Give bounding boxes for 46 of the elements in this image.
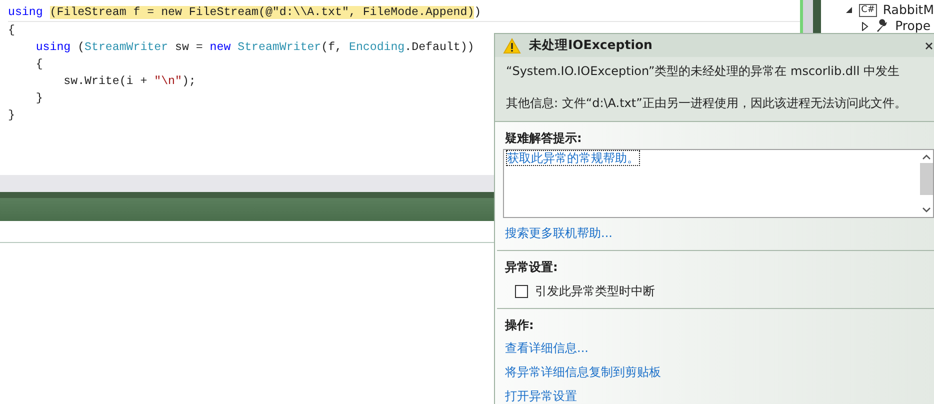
code-token: ); [182, 75, 196, 88]
code-token: new [161, 6, 182, 19]
code-token: (FileStream [50, 6, 126, 19]
exception-message: “System.IO.IOException”类型的未经处理的异常在 mscorlib.dll 中发生 [506, 63, 901, 80]
section-heading: 操作: [505, 317, 535, 333]
scroll-down-icon[interactable] [922, 207, 931, 213]
code-token: sw.Write(i + [62, 75, 148, 88]
break-checkbox[interactable] [515, 285, 528, 298]
code-token: Encoding [348, 41, 405, 54]
section-heading: 疑难解答提示: [505, 130, 583, 146]
code-token: f = [126, 6, 162, 19]
online-help-link[interactable]: 搜索更多联机帮助... [505, 225, 934, 242]
action-link[interactable]: 将异常详细信息复制到剪贴板 [505, 364, 934, 380]
code-token: ( [76, 41, 85, 54]
tree-item-label[interactable]: Prope [895, 19, 931, 33]
code-token: } [8, 109, 15, 122]
help-link[interactable]: 获取此异常的常规帮助。 [506, 150, 640, 166]
code-token: StreamWriter [84, 41, 168, 54]
expand-arrow-icon[interactable] [845, 6, 854, 14]
code-token: sw = [174, 41, 204, 54]
code-token: FileStream(@"d:\\A.txt", FileMode.Append) [182, 6, 474, 19]
code-token: new [210, 41, 232, 54]
tree-item-label[interactable]: RabbitM [882, 3, 934, 17]
tips-list[interactable]: 获取此异常的常规帮助。 [503, 149, 934, 218]
code-token: } [34, 92, 43, 105]
csharp-project-icon: C# [859, 4, 877, 16]
action-link[interactable]: 打开异常设置 [505, 388, 934, 404]
warning-icon [503, 38, 521, 54]
action-link[interactable]: 查看详细信息... [505, 340, 934, 356]
code-token: StreamWriter [238, 41, 322, 54]
code-token: "\n" [154, 75, 182, 88]
code-token: { [34, 58, 43, 71]
checkbox-label[interactable]: 引发此异常类型时中断 [535, 283, 655, 300]
code-token: { [8, 24, 15, 37]
code-token: ) [474, 6, 482, 19]
scroll-up-icon[interactable] [922, 154, 931, 160]
expand-arrow-icon[interactable] [861, 22, 870, 30]
code-token: using [8, 6, 44, 19]
code-token: using [34, 41, 71, 54]
code-token: .Default)) [404, 41, 474, 54]
close-icon[interactable] [925, 42, 933, 50]
exception-details: 其他信息: 文件“d:\A.txt”正由另一进程使用，因此该进程无法访问此文件。 [506, 95, 908, 112]
popup-title: 未处理IOException [529, 37, 652, 54]
section-heading: 异常设置: [505, 259, 559, 275]
wrench-icon [875, 19, 890, 33]
code-token: (f, [321, 41, 344, 54]
